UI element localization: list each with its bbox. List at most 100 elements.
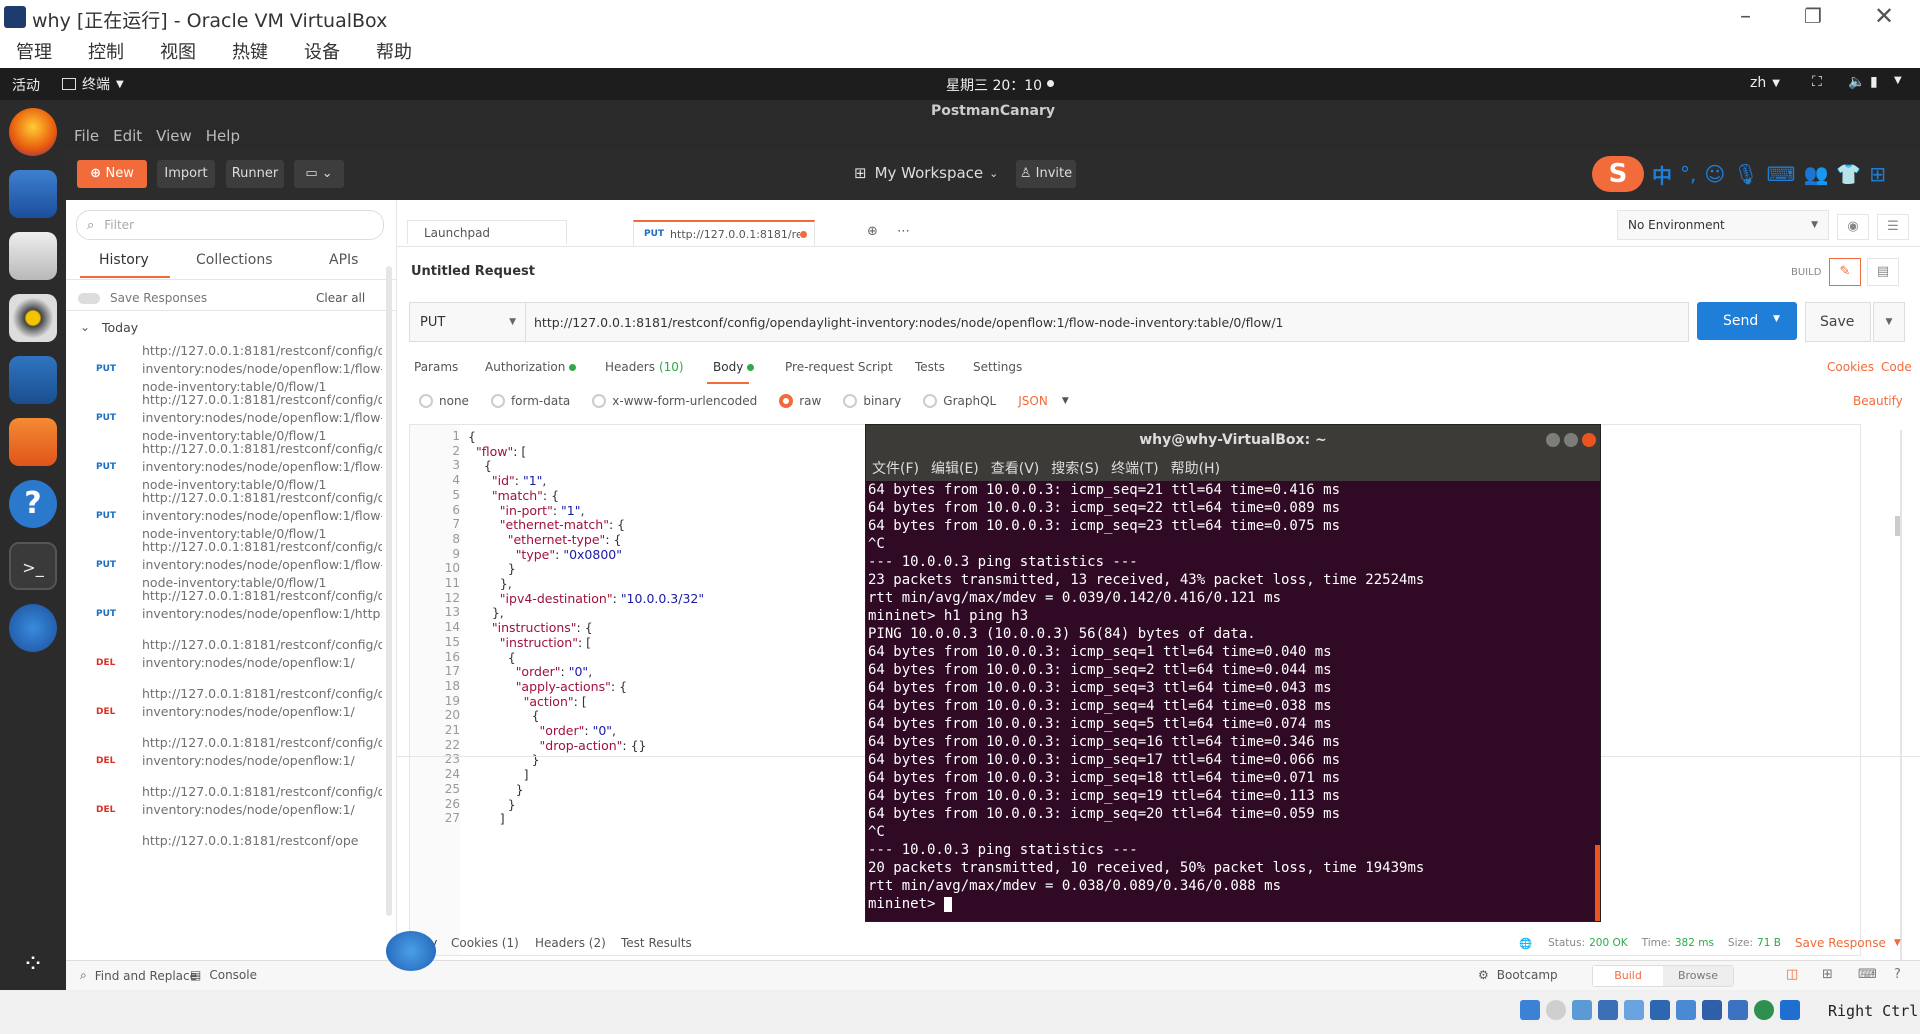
clear-all-button[interactable]: Clear all	[316, 291, 365, 305]
network-icon[interactable]: ⛶	[1812, 74, 1822, 90]
software-center-icon[interactable]	[9, 418, 57, 466]
send-button[interactable]: Send ▼	[1697, 302, 1797, 340]
cookies-link[interactable]: Cookies	[1827, 360, 1874, 374]
files-icon[interactable]	[9, 232, 57, 280]
term-menu-edit[interactable]: 编辑(E)	[931, 458, 979, 478]
eye-icon[interactable]: ◉	[1837, 214, 1869, 240]
close-icon[interactable]	[1582, 433, 1596, 447]
postman-icon[interactable]	[9, 604, 57, 652]
optical-drive-icon[interactable]	[1546, 1000, 1566, 1020]
terminal-icon[interactable]: >_	[9, 542, 57, 590]
menu-view[interactable]: 视图	[160, 38, 196, 64]
new-button[interactable]: ⊕ New	[77, 160, 147, 188]
menu-help[interactable]: Help	[206, 127, 240, 145]
audio-icon[interactable]	[1572, 1000, 1592, 1020]
menu-help[interactable]: 帮助	[376, 38, 412, 64]
req-tab-params[interactable]: Params	[414, 360, 458, 374]
term-menu-file[interactable]: 文件(F)	[872, 458, 919, 478]
rhythmbox-icon[interactable]	[9, 294, 57, 342]
show-apps-icon[interactable]: ⁘	[9, 940, 57, 988]
chevron-down-icon[interactable]: ▼	[1894, 938, 1901, 948]
language-selector[interactable]: zh ▼	[1750, 75, 1780, 91]
resp-tab-test-results[interactable]: Test Results	[621, 936, 692, 950]
app-menu[interactable]: 终端 ▼	[62, 74, 124, 94]
chevron-down-icon[interactable]: ▼	[1773, 314, 1780, 324]
url-input[interactable]: http://127.0.0.1:8181/restconf/config/op…	[525, 302, 1689, 342]
comments-icon[interactable]: ▤	[1867, 258, 1899, 286]
menu-view[interactable]: View	[156, 127, 192, 145]
shared-folders-icon[interactable]	[1650, 1000, 1670, 1020]
req-tab-tests[interactable]: Tests	[915, 360, 945, 374]
menu-manage[interactable]: 管理	[16, 38, 52, 64]
terminal-scrollbar[interactable]	[1595, 845, 1600, 921]
code-link[interactable]: Code	[1881, 360, 1912, 374]
chevron-down-icon[interactable]: ▼	[1873, 302, 1905, 342]
resp-tab-cookies[interactable]: Cookies (1)	[451, 936, 519, 950]
find-replace-button[interactable]: ⌕ Find and Replace	[80, 968, 197, 983]
radio-none[interactable]	[419, 394, 433, 408]
thunderbird-icon[interactable]	[9, 170, 57, 218]
terminal-output[interactable]: 64 bytes from 10.0.0.3: icmp_seq=21 ttl=…	[866, 481, 1600, 921]
term-menu-search[interactable]: 搜索(S)	[1051, 458, 1099, 478]
help-icon[interactable]: ?	[9, 480, 57, 528]
beautify-link[interactable]: Beautify	[1853, 394, 1903, 408]
browse-mode-button[interactable]: Browse	[1663, 966, 1733, 986]
settings-sliders-icon[interactable]: ☰	[1877, 214, 1909, 240]
term-menu-terminal[interactable]: 终端(T)	[1111, 458, 1158, 478]
keyboard-shortcuts-icon[interactable]: ⌨	[1858, 967, 1877, 982]
tab-launchpad[interactable]: Launchpad	[407, 220, 567, 244]
system-menu-icon[interactable]: ▼	[1894, 75, 1902, 86]
firefox-icon[interactable]	[9, 108, 57, 156]
term-menu-help[interactable]: 帮助(H)	[1171, 458, 1220, 478]
radio-urlencoded[interactable]	[592, 394, 607, 408]
save-responses-toggle[interactable]	[78, 293, 100, 304]
radio-graphql[interactable]	[923, 394, 938, 408]
resp-tab-headers[interactable]: Headers (2)	[535, 936, 606, 950]
display-icon[interactable]	[1676, 1000, 1696, 1020]
edit-icon[interactable]: ✎	[1829, 258, 1861, 286]
req-tab-authorization[interactable]: Authorization	[485, 360, 577, 374]
invite-button[interactable]: ♙ Invite	[1016, 160, 1076, 188]
menu-devices[interactable]: 设备	[304, 38, 340, 64]
libreoffice-writer-icon[interactable]	[9, 356, 57, 404]
console-button[interactable]: ▤ Console	[190, 968, 257, 982]
skin-icon[interactable]: 👕	[1836, 162, 1861, 186]
two-pane-icon[interactable]: ◫	[1786, 967, 1798, 982]
chevron-down-icon[interactable]: ⌄	[80, 320, 90, 334]
menu-hotkey[interactable]: 热键	[232, 38, 268, 64]
ime-mascot-icon[interactable]	[386, 931, 436, 971]
chinese-mode-icon[interactable]: 中	[1652, 160, 1672, 189]
layout-icon[interactable]: ⊞	[1822, 967, 1833, 982]
usb-icon[interactable]	[1624, 1000, 1644, 1020]
toolbox-icon[interactable]: ⊞	[1869, 162, 1886, 186]
emoji-icon[interactable]: ☺	[1704, 162, 1725, 186]
req-tab-prerequest[interactable]: Pre-request Script	[785, 360, 893, 374]
build-mode-button[interactable]: Build	[1593, 966, 1663, 986]
method-select[interactable]: PUT ▼	[409, 302, 527, 342]
hard-disk-icon[interactable]	[1520, 1000, 1540, 1020]
minimize-icon[interactable]: –	[1740, 4, 1751, 29]
add-tab-icon[interactable]: ⊕	[867, 224, 878, 239]
user-icon[interactable]: 👥	[1803, 162, 1828, 186]
tab-apis[interactable]: APIs	[329, 252, 358, 268]
tab-collections[interactable]: Collections	[196, 252, 273, 268]
json-type-select[interactable]: JSON	[1018, 394, 1048, 408]
more-tabs-icon[interactable]: ⋯	[897, 224, 910, 239]
sogou-logo-icon[interactable]: S	[1592, 156, 1644, 192]
tab-history[interactable]: History	[99, 252, 149, 268]
sidebar-scrollbar[interactable]	[386, 266, 392, 916]
keyboard-icon[interactable]: ⌨	[1767, 162, 1796, 186]
request-name[interactable]: Untitled Request	[411, 264, 535, 279]
menu-control[interactable]: 控制	[88, 38, 124, 64]
radio-form-data[interactable]	[490, 394, 505, 408]
maximize-icon[interactable]	[1564, 433, 1578, 447]
filter-input[interactable]: ⌕ Filter	[76, 210, 384, 240]
radio-binary[interactable]	[843, 394, 858, 408]
req-tab-headers[interactable]: Headers (10)	[605, 360, 684, 374]
network-adapter-icon[interactable]	[1598, 1000, 1618, 1020]
term-menu-view[interactable]: 查看(V)	[991, 458, 1040, 478]
workspace-switcher[interactable]: ⊞ My Workspace ⌄	[854, 164, 998, 182]
punctuation-icon[interactable]: °,	[1680, 162, 1696, 186]
restore-icon[interactable]: ❐	[1804, 4, 1822, 28]
req-tab-body[interactable]: Body	[713, 360, 755, 374]
